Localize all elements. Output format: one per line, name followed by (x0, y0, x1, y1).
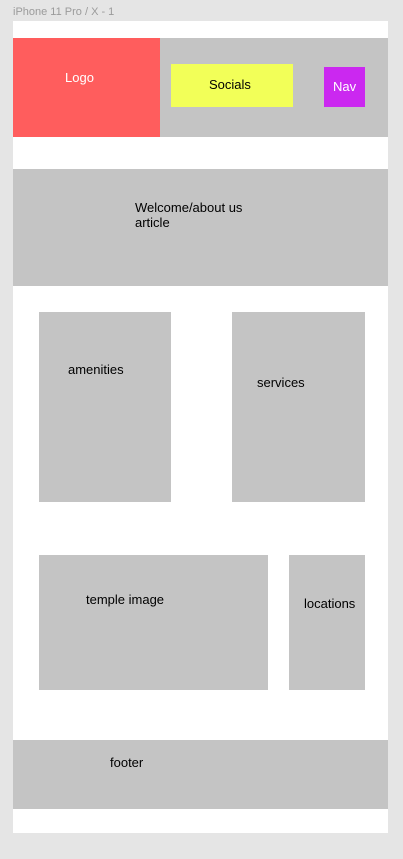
temple-image-label: temple image (86, 592, 165, 607)
nav-label: Nav (333, 79, 357, 94)
amenities-label: amenities (68, 362, 124, 377)
footer-section[interactable]: footer (13, 740, 388, 809)
socials-label: Socials (209, 77, 251, 92)
welcome-label: Welcome/about us article (135, 200, 243, 230)
services-card[interactable]: services (232, 312, 365, 502)
locations-card[interactable]: locations (289, 555, 365, 690)
frame-label[interactable]: iPhone 11 Pro / X - 1 (13, 6, 114, 18)
logo-label: Logo (65, 70, 94, 85)
nav-button[interactable]: Nav (324, 67, 365, 107)
amenities-card[interactable]: amenities (39, 312, 171, 502)
socials-block[interactable]: Socials (171, 64, 293, 107)
iphone-frame: Logo Socials Nav Welcome/about us articl… (13, 21, 388, 833)
temple-image-card[interactable]: temple image (39, 555, 268, 690)
footer-label: footer (110, 755, 144, 770)
logo-block[interactable]: Logo (13, 38, 160, 137)
services-label: services (257, 375, 305, 390)
welcome-section[interactable]: Welcome/about us article (13, 169, 388, 286)
locations-label: locations (304, 596, 356, 611)
